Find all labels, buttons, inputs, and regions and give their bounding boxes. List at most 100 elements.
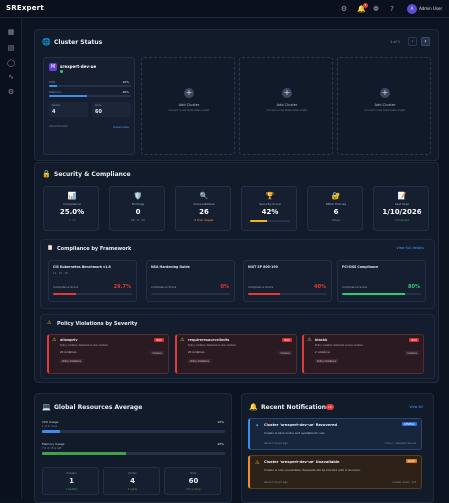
count-value: 60 xyxy=(188,477,199,485)
stat-icon: 🔍 xyxy=(199,192,209,200)
violation-card[interactable]: ⚠ allowpriv HIGH Policy violation detect… xyxy=(47,334,169,374)
info-icon: ✦ xyxy=(255,423,260,429)
count-value: 4 xyxy=(130,477,135,485)
activity-icon[interactable]: ∿ xyxy=(7,73,15,81)
stat-icon: 📝 xyxy=(397,192,407,200)
violation-tag: Clusters xyxy=(278,351,292,355)
framework-card[interactable]: NIST SP 800-190 Compliance Score 40% xyxy=(243,260,332,302)
count-label: Clusters xyxy=(66,472,77,475)
framework-name: CIS Kubernetes Benchmark v1.8 xyxy=(53,265,111,269)
stat-card[interactable]: 🏆 Security Score 42% xyxy=(241,186,297,231)
severity-badge: HIGH xyxy=(281,338,292,342)
warning-icon: ⚠ xyxy=(180,337,185,343)
provider-value[interactable]: Kubernetes xyxy=(113,125,129,129)
stat-sub: 0 Scan Images xyxy=(194,219,214,222)
framework-name: PCI-DSS Compliance xyxy=(342,265,379,269)
violation-count: 26 violations xyxy=(188,351,205,354)
resource-count-card: Clusters 1 1 healthy xyxy=(42,467,99,495)
stat-value: 42% xyxy=(261,208,279,216)
violation-chip: Policy Violations xyxy=(315,359,339,363)
resource-count-card: Pods 60 60 running xyxy=(164,467,221,495)
resource-count-card: Nodes 4 4 ready xyxy=(103,467,160,495)
violation-count: 2 violations xyxy=(315,351,330,354)
cpu-bar xyxy=(49,85,131,87)
lock-icon: 🔒 xyxy=(42,170,51,178)
cluster-status-panel: 🌐 Cluster Status 1 of 1 ‹ › M srexpert-d… xyxy=(34,29,439,161)
framework-card[interactable]: NSA Hardening Guide Compliance Score 0% xyxy=(146,260,235,302)
stat-value: 1/10/2026 xyxy=(382,208,422,216)
brand-logo[interactable]: SRExpert xyxy=(6,4,44,12)
stat-icon: 📊 xyxy=(67,192,77,200)
notification-time: about 2 hours ago xyxy=(264,481,288,484)
violation-name: allowpriv xyxy=(60,338,78,342)
notification-item[interactable]: ⚠ Cluster 'srexpert-dev-ue' Unavailable … xyxy=(248,455,422,489)
top-bar: SRExpert ⚙ 🔔 1 ❁ ? A Admin User xyxy=(0,0,449,18)
framework-score-value: 40% xyxy=(314,284,326,290)
settings-icon[interactable]: ⚙ xyxy=(7,88,15,96)
framework-score-label: Compliance Score xyxy=(53,285,79,289)
warning-icon: ⚠ xyxy=(307,337,312,343)
user-name[interactable]: Admin User xyxy=(419,6,442,11)
memory-usage-label: Memory Usage xyxy=(42,442,65,446)
provider-label: Cloud Provider xyxy=(49,125,68,128)
help-icon[interactable]: ? xyxy=(388,5,396,13)
framework-card[interactable]: CIS Kubernetes Benchmark v1.8 11 · 15 · … xyxy=(48,260,137,302)
warning-icon: ⚠ xyxy=(47,320,52,326)
grid-icon[interactable]: ▦ xyxy=(7,28,15,36)
cpu-usage-value: 10% xyxy=(217,420,224,424)
view-all-link[interactable]: View All xyxy=(409,405,423,409)
avatar[interactable]: A xyxy=(407,4,417,14)
gear-icon[interactable]: ⚙ xyxy=(340,5,348,13)
notification-item[interactable]: ✦ Cluster 'srexpert-dev-ue' Recovered GE… xyxy=(248,418,422,450)
add-cluster-sub: Connect a new Kubernetes cluster xyxy=(266,109,308,112)
notification-meta: 1 hour · srexpert-dev-ue xyxy=(384,442,416,445)
violation-card[interactable]: ⚠ requireresourcelimits HIGH Policy viol… xyxy=(175,334,297,374)
stat-value: 0 xyxy=(135,208,141,216)
settings-icon[interactable]: ❁ xyxy=(372,5,380,13)
violation-card[interactable]: ⚠ blockk HIGH Policy violation detected … xyxy=(302,334,424,374)
add-cluster-label: Add Cluster xyxy=(374,103,396,107)
stat-value: 25.0% xyxy=(59,208,85,216)
frameworks-title: Compliance by Framework xyxy=(57,246,132,252)
notification-title: Cluster 'srexpert-dev-ue' Recovered xyxy=(264,423,338,427)
framework-score-value: 0% xyxy=(220,284,230,290)
severity-badge: HIGH xyxy=(153,338,164,342)
memory-bar xyxy=(49,95,131,97)
next-page-button[interactable]: › xyxy=(421,37,430,46)
stat-card[interactable]: 🔐 RBAC Policies 6 Active xyxy=(307,186,363,231)
count-sub: 4 ready xyxy=(127,488,138,491)
shield-icon[interactable]: ◯ xyxy=(7,59,15,67)
add-cluster-card-1[interactable]: + Add Cluster Connect a new Kubernetes c… xyxy=(141,57,235,155)
violation-desc: Policy violation detected across cluster… xyxy=(315,344,363,347)
stat-sub: Completed xyxy=(394,219,410,222)
stat-card[interactable]: 📊 Compliance 25.0% ↑ +3 xyxy=(43,186,99,231)
framework-score-bar xyxy=(248,293,327,295)
add-cluster-card-3[interactable]: + Add Cluster Connect a new Kubernetes c… xyxy=(337,57,431,155)
sidebar: ▦ ▤ ◯ ∿ ⚙ xyxy=(0,18,22,499)
view-details-link[interactable]: View full details xyxy=(396,246,424,250)
violation-tag: Clusters xyxy=(150,351,164,355)
memory-usage-value: 46% xyxy=(217,442,224,446)
notification-time: about 2 hours ago xyxy=(264,442,288,445)
cluster-name: srexpert-dev-ue xyxy=(60,64,97,69)
monitor-icon: 💻 xyxy=(42,403,51,411)
cluster-card[interactable]: M srexpert-dev-ue CPU 10% Memory 46% Nod… xyxy=(43,57,135,155)
stat-icon: 🛡️ xyxy=(133,192,143,200)
plus-icon: + xyxy=(282,88,292,98)
server-icon[interactable]: ▤ xyxy=(7,44,15,52)
framework-card[interactable]: PCI-DSS Compliance Compliance Score 80% xyxy=(337,260,426,302)
notifications-count-badge: 10 xyxy=(326,404,334,410)
framework-score-bar xyxy=(53,293,132,295)
add-cluster-card-2[interactable]: + Add Cluster Connect a new Kubernetes c… xyxy=(239,57,333,155)
stat-card[interactable]: 📝 Last Scan 1/10/2026 Completed xyxy=(373,186,429,231)
score-bar xyxy=(250,220,290,222)
prev-page-button[interactable]: ‹ xyxy=(408,37,417,46)
pods-label: Pods xyxy=(95,104,102,107)
count-sub: 60 running xyxy=(186,488,201,491)
stat-card[interactable]: 🛡️ Findings 0 26 · H · (5) xyxy=(109,186,165,231)
framework-score-label: Compliance Score xyxy=(342,285,368,289)
stat-card[interactable]: 🔍 Vulnerabilities 26 0 Scan Images xyxy=(175,186,231,231)
framework-score-bar xyxy=(342,293,421,295)
nodes-label: Nodes xyxy=(52,104,61,107)
stat-label: Compliance xyxy=(63,202,81,206)
